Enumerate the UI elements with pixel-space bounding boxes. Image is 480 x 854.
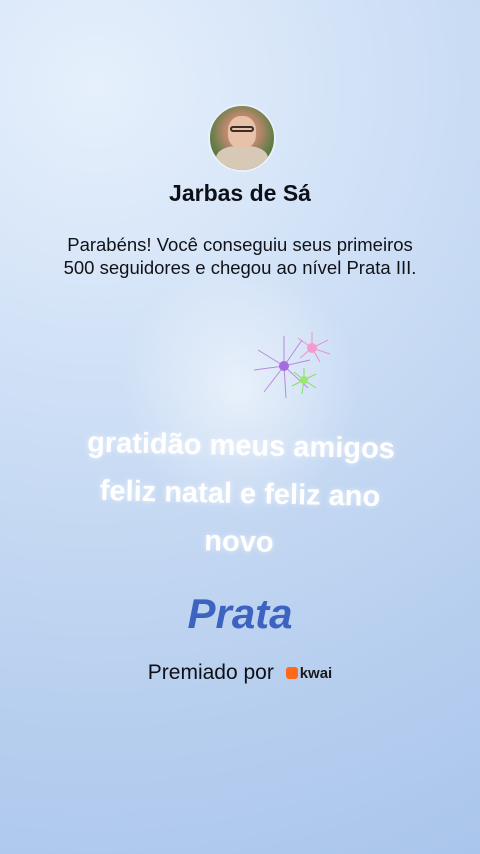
kwai-brand-text: kwai [299, 664, 333, 682]
awarded-by: Premiado por kwai [0, 661, 480, 685]
avatar [208, 104, 276, 172]
caption-line: feliz natal e feliz ano [99, 475, 381, 513]
kwai-logo: kwai [285, 664, 333, 682]
level-title: Prata [187, 590, 293, 637]
fireworks-icon [253, 332, 331, 399]
avatar-face [228, 116, 256, 148]
kwai-icon [285, 667, 298, 680]
awarded-by-label: Premiado por [147, 661, 274, 684]
avatar-shirt [216, 146, 268, 170]
user-name: Jarbas de Sá [169, 180, 311, 206]
caption-line: novo [204, 525, 274, 559]
congrats-message: Parabéns! Você conseguiu seus primeiros … [63, 234, 417, 278]
user-caption: gratidão meus amigos feliz natal e feliz… [39, 418, 442, 570]
caption-line: gratidão meus amigos [86, 426, 396, 466]
avatar-glasses [230, 126, 254, 132]
